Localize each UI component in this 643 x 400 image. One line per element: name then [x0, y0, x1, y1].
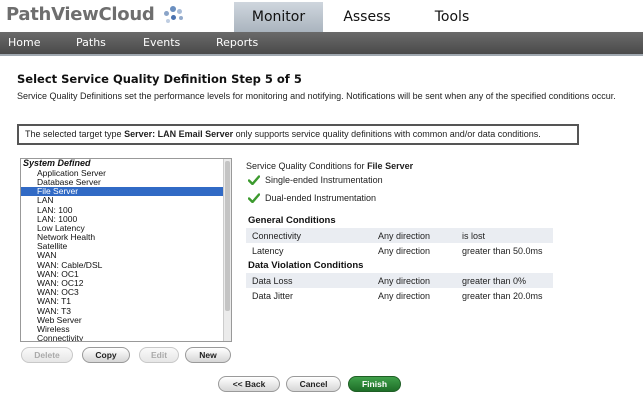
target-type-notice: The selected target type Server: LAN Ema… [17, 124, 579, 145]
nav-divider [0, 54, 643, 56]
back-button[interactable]: << Back [218, 376, 280, 392]
copy-button[interactable]: Copy [82, 347, 130, 363]
tab-monitor[interactable]: Monitor [234, 2, 323, 32]
condition-metric: Data Jitter [252, 290, 294, 301]
top-header: PathViewCloud Monitor Assess Tools [0, 0, 643, 32]
page-description: Service Quality Definitions set the perf… [17, 91, 616, 101]
logo-text: PathViewCloud [6, 4, 155, 25]
edit-button[interactable]: Edit [139, 347, 179, 363]
condition-row: Latency Any direction greater than 50.0m… [246, 243, 553, 258]
instrumentation-single: Single-ended Instrumentation [248, 175, 383, 185]
condition-direction: Any direction [378, 230, 431, 241]
condition-threshold: greater than 0% [462, 275, 527, 286]
notice-suffix: only supports service quality definition… [233, 129, 541, 139]
page-title: Select Service Quality Definition Step 5… [17, 72, 302, 86]
conditions-title-target: File Server [367, 161, 414, 171]
new-button[interactable]: New [185, 347, 231, 363]
conditions-title-prefix: Service Quality Conditions for [246, 161, 368, 171]
instrumentation-dual: Dual-ended Instrumentation [248, 193, 376, 203]
condition-threshold: is lost [462, 230, 486, 241]
instrumentation-label: Single-ended Instrumentation [265, 175, 383, 185]
definition-items: Application Server Database Server File Se… [21, 168, 231, 341]
condition-threshold: greater than 20.0ms [462, 290, 543, 301]
checkmark-icon [248, 175, 260, 185]
condition-row: Connectivity Any direction is lost [246, 228, 553, 243]
main-tabs: Monitor Assess Tools [234, 2, 493, 32]
notice-target: Server: LAN Email Server [124, 129, 234, 139]
condition-threshold: greater than 50.0ms [462, 245, 543, 256]
logo[interactable]: PathViewCloud [6, 4, 183, 25]
definition-list[interactable]: System Defined Application Server Databas… [20, 158, 232, 342]
condition-direction: Any direction [378, 290, 431, 301]
condition-direction: Any direction [378, 275, 431, 286]
list-item[interactable]: Connectivity [21, 333, 231, 341]
condition-metric: Data Loss [252, 275, 293, 286]
condition-row: Data Loss Any direction greater than 0% [246, 273, 553, 288]
instrumentation-label: Dual-ended Instrumentation [265, 193, 377, 203]
condition-metric: Latency [252, 245, 284, 256]
nav-item-reports[interactable]: Reports [216, 36, 258, 49]
data-violation-heading: Data Violation Conditions [248, 260, 364, 271]
conditions-title: Service Quality Conditions for File Serv… [246, 161, 413, 171]
nav-item-home[interactable]: Home [8, 36, 40, 49]
scroll-thumb[interactable] [225, 161, 230, 311]
condition-direction: Any direction [378, 245, 431, 256]
condition-row: Data Jitter Any direction greater than 2… [246, 288, 553, 303]
list-scrollbar[interactable] [223, 159, 231, 341]
general-conditions-heading: General Conditions [248, 215, 336, 226]
checkmark-icon [248, 193, 260, 203]
nav-item-paths[interactable]: Paths [76, 36, 106, 49]
delete-button[interactable]: Delete [21, 347, 73, 363]
tab-tools[interactable]: Tools [411, 2, 493, 32]
finish-button[interactable]: Finish [348, 376, 401, 392]
nav-item-events[interactable]: Events [143, 36, 180, 49]
logo-dots-icon [164, 5, 188, 25]
tab-assess[interactable]: Assess [323, 2, 411, 32]
notice-prefix: The selected target type [25, 129, 125, 139]
condition-metric: Connectivity [252, 230, 302, 241]
nav-bar: Home Paths Events Reports [0, 32, 643, 54]
cancel-button[interactable]: Cancel [286, 376, 341, 392]
